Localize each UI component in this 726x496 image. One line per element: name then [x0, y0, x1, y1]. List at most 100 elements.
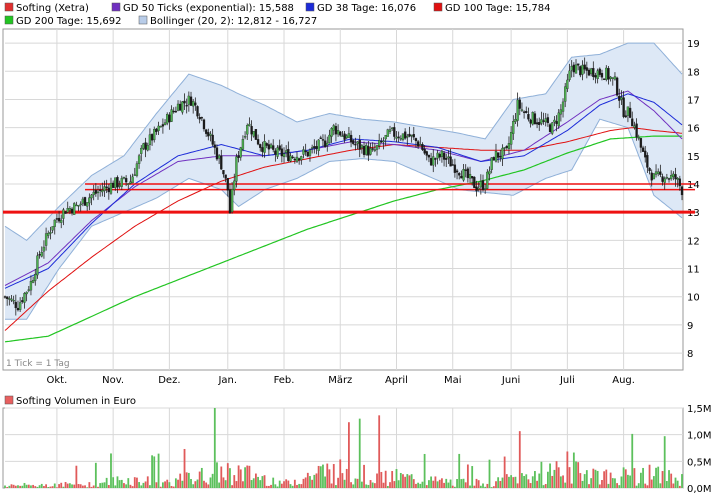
- volume-bar: [194, 481, 197, 488]
- volume-bar: [183, 448, 186, 488]
- volume-bar: [142, 482, 145, 488]
- volume-bar: [319, 466, 322, 488]
- candle-body: [358, 139, 361, 150]
- candle-body: [176, 103, 180, 111]
- candle-body: [455, 170, 459, 173]
- volume-bar: [588, 484, 590, 488]
- candle-body: [501, 147, 504, 160]
- candle-body: [427, 154, 431, 158]
- volume-bar: [458, 453, 461, 488]
- volume-bar: [512, 477, 515, 488]
- candle-body: [388, 129, 392, 132]
- candle-body: [611, 77, 614, 79]
- candle-body: [403, 131, 407, 139]
- candle-body: [449, 156, 452, 167]
- candle-body: [412, 134, 415, 138]
- volume-bar: [47, 486, 50, 488]
- candle-body: [142, 143, 145, 149]
- candle-body: [278, 145, 281, 150]
- candle-body: [118, 185, 121, 187]
- candle-body: [317, 139, 320, 151]
- candle-body: [99, 189, 102, 191]
- volume-bar: [557, 467, 560, 488]
- volume-bar: [127, 478, 130, 488]
- volume-legend-swatch: [4, 395, 14, 405]
- candle-body: [460, 175, 463, 179]
- volume-bar: [637, 483, 640, 488]
- candle-body: [659, 171, 662, 175]
- volume-bar: [620, 476, 623, 488]
- volume-bar: [341, 473, 344, 488]
- volume-bar: [265, 485, 268, 488]
- candle-body: [410, 134, 413, 137]
- price-x-tick-label: März: [328, 375, 352, 386]
- candle-body: [434, 158, 437, 160]
- volume-bar: [518, 431, 521, 488]
- volume-bar: [237, 465, 240, 488]
- volume-bar: [564, 482, 567, 488]
- candle-body: [29, 281, 33, 291]
- volume-bar: [112, 477, 115, 488]
- volume-bar: [382, 482, 385, 488]
- volume-bar: [272, 477, 275, 488]
- volume-bar: [12, 484, 15, 488]
- candle-body: [542, 120, 545, 122]
- candle-body: [124, 178, 128, 183]
- price-y-tick-label: 11: [687, 265, 700, 276]
- volume-bar: [71, 484, 73, 488]
- candle-body: [198, 117, 201, 120]
- volume-bar: [568, 467, 571, 488]
- volume-bar: [484, 486, 487, 488]
- volume-bar: [125, 484, 128, 488]
- volume-bar: [203, 480, 205, 488]
- candle-body: [243, 136, 247, 138]
- volume-bar: [404, 476, 407, 488]
- candle-body: [86, 202, 89, 207]
- volume-bar: [369, 480, 372, 488]
- candle-body: [315, 146, 318, 149]
- volume-bar: [56, 487, 58, 488]
- candle-body: [492, 157, 495, 161]
- price-y-tick-label: 17: [687, 95, 700, 106]
- candle-body: [205, 129, 208, 134]
- volume-bar: [313, 474, 316, 488]
- volume-bar: [540, 461, 543, 488]
- candle-body: [179, 103, 182, 111]
- candle-body: [306, 151, 309, 157]
- candle-body: [62, 209, 65, 219]
- price-x-tick-label: Juli: [559, 375, 575, 386]
- volume-bar: [609, 472, 612, 488]
- candle-body: [36, 255, 39, 276]
- volume-bar: [423, 453, 426, 488]
- volume-bar: [246, 465, 249, 488]
- volume-bar: [670, 473, 673, 488]
- legend-label-gd100: GD 100 Tage: 15,784: [445, 3, 551, 14]
- volume-bar: [233, 475, 236, 488]
- volume-bar: [482, 483, 484, 488]
- candle-body: [406, 135, 409, 138]
- candle-body: [259, 144, 262, 148]
- volume-bar: [499, 480, 502, 488]
- candle-body: [226, 177, 229, 191]
- volume-bar: [120, 479, 123, 488]
- volume-bar: [419, 483, 422, 488]
- candle-body: [239, 147, 242, 158]
- volume-bar: [21, 485, 24, 488]
- candle-body: [564, 86, 567, 102]
- candle-body: [592, 68, 595, 77]
- candle-body: [574, 64, 578, 74]
- volume-bar: [164, 481, 166, 488]
- candle-body: [49, 232, 52, 234]
- candle-body: [252, 131, 255, 137]
- volume-bar: [425, 485, 428, 488]
- candle-body: [133, 174, 136, 176]
- candle-body: [458, 173, 461, 176]
- candle-body: [438, 153, 441, 158]
- volume-bar: [373, 483, 376, 488]
- volume-bar: [315, 473, 318, 488]
- candle-body: [131, 176, 134, 184]
- candle-body: [308, 149, 312, 156]
- legend-swatch-softing: [4, 2, 14, 12]
- candle-body: [148, 134, 152, 145]
- candle-body: [466, 168, 470, 179]
